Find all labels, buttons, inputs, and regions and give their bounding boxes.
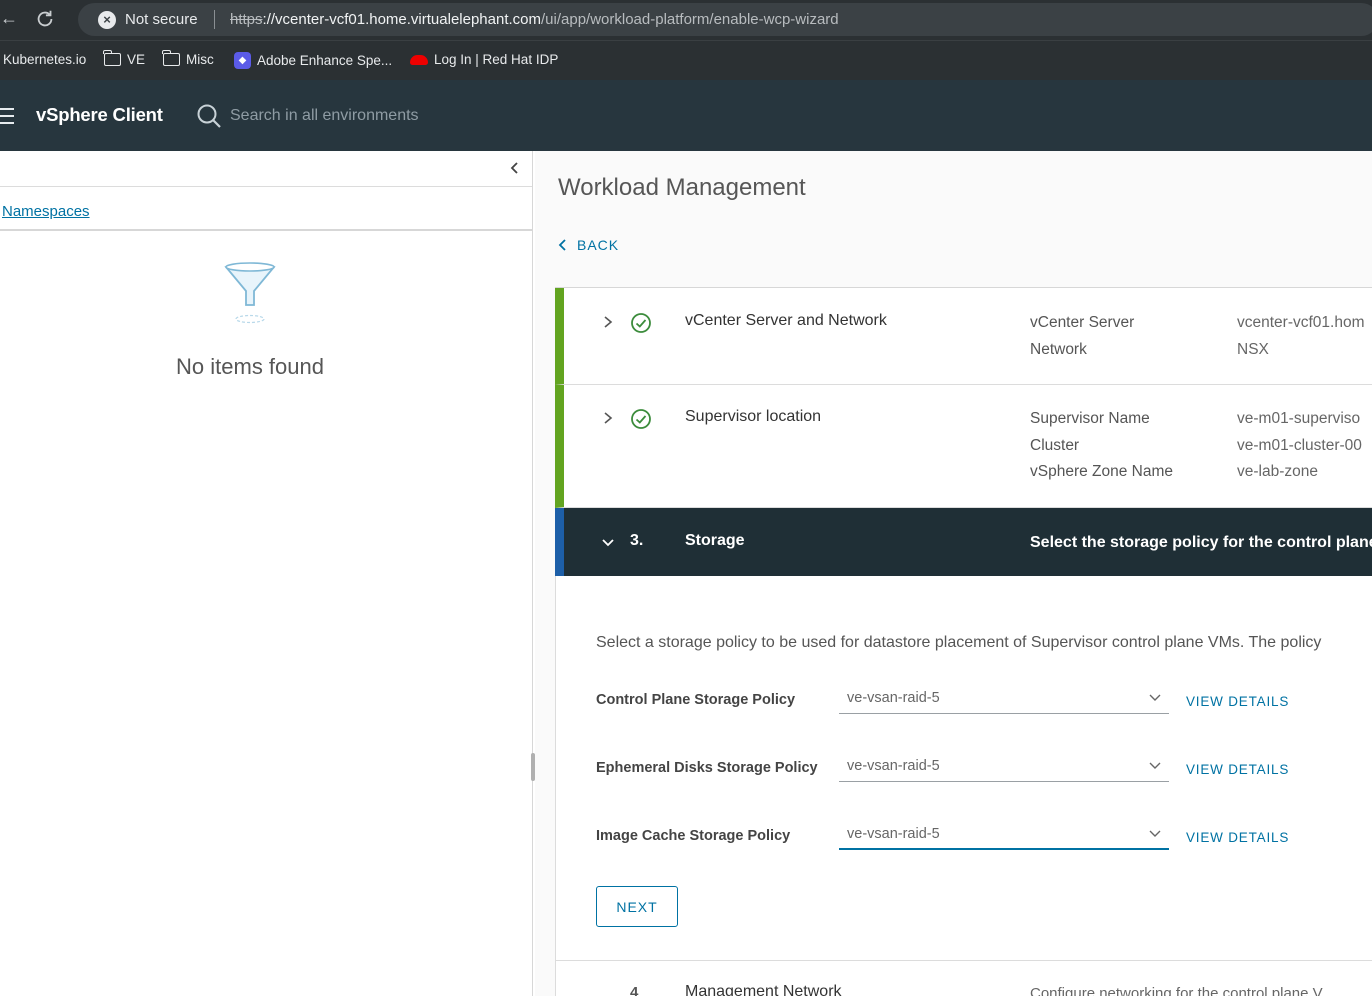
menu-icon[interactable] — [0, 108, 14, 124]
address-separator — [214, 10, 215, 29]
panel-toolbar — [0, 151, 532, 187]
step-description: Select the storage policy for the contro… — [1030, 534, 1372, 551]
not-secure-icon[interactable]: × — [98, 11, 116, 29]
detail-value: ve-lab-zone — [1237, 463, 1318, 480]
back-label: BACK — [577, 237, 620, 253]
empty-state-message: No items found — [176, 354, 324, 379]
selected-value: ve-vsan-raid-5 — [847, 690, 940, 706]
enable-supervisor-wizard: vCenter Server and Network vCenter Serve… — [555, 287, 1372, 996]
folder-icon — [162, 50, 180, 66]
bookmark-label: Misc — [186, 52, 214, 67]
bookmark-folder-ve[interactable]: VE — [103, 50, 146, 67]
chevron-left-icon — [558, 239, 566, 251]
view-details-link[interactable]: VIEW DETAILS — [1186, 762, 1289, 777]
wizard-step-management-network[interactable]: 4 Management Network Configure networkin… — [555, 961, 1372, 996]
step-number: 4 — [630, 984, 639, 996]
search-icon[interactable] — [196, 103, 222, 129]
detail-value: NSX — [1237, 341, 1269, 358]
step-description: Configure networking for the control pla… — [1030, 985, 1323, 996]
chevron-down-icon — [1149, 762, 1161, 769]
namespaces-link[interactable]: Namespaces — [2, 203, 90, 220]
app-title[interactable]: vSphere Client — [36, 104, 163, 126]
view-details-link[interactable]: VIEW DETAILS — [1186, 694, 1289, 709]
url-text[interactable]: https://vcenter-vcf01.home.virtualelepha… — [230, 11, 839, 28]
folder-icon — [103, 50, 121, 66]
detail-key: Network — [1030, 341, 1087, 358]
bookmark-label: VE — [127, 52, 146, 67]
wizard-step-storage-header[interactable]: 3. Storage Select the storage policy for… — [555, 508, 1372, 576]
bookmark-label: Adobe Enhance Spe... — [257, 53, 393, 68]
detail-key: vCenter Server — [1030, 314, 1135, 331]
reload-icon[interactable] — [34, 8, 56, 30]
inventory-panel: Namespaces No items found — [0, 151, 535, 996]
ephemeral-disks-policy-select[interactable]: ve-vsan-raid-5 — [839, 754, 1169, 782]
url-path: /ui/app/workload-platform/enable-wcp-wiz… — [541, 11, 839, 28]
selected-value: ve-vsan-raid-5 — [847, 826, 940, 842]
main-content: Workload Management BACK vCenter Server … — [535, 151, 1372, 996]
redhat-icon — [410, 54, 428, 65]
page-title: Workload Management — [558, 174, 806, 201]
selected-value: ve-vsan-raid-5 — [847, 758, 940, 774]
detail-key: Cluster — [1030, 437, 1080, 454]
bookmark-redhat[interactable]: Log In | Red Hat IDP — [410, 52, 558, 67]
detail-value: vcenter-vcf01.hom — [1237, 314, 1365, 331]
step-number: 3. — [630, 532, 644, 549]
global-search-input[interactable] — [230, 104, 630, 128]
chevron-down-icon — [1149, 830, 1161, 837]
image-cache-policy-select[interactable]: ve-vsan-raid-5 — [839, 822, 1169, 850]
chevron-right-icon[interactable] — [602, 315, 614, 329]
bookmark-label: Log In | Red Hat IDP — [434, 52, 559, 67]
bookmarks-bar: Kubernetes.io VE Misc ◆ Adobe Enhance Sp… — [0, 40, 1372, 80]
bookmark-label: Kubernetes.io — [3, 52, 87, 67]
app-header: vSphere Client — [0, 80, 1372, 151]
detail-value: ve-m01-superviso — [1237, 410, 1361, 427]
step-title: vCenter Server and Network — [685, 312, 887, 329]
control-plane-policy-select[interactable]: ve-vsan-raid-5 — [839, 686, 1169, 714]
ephemeral-disks-policy-label: Ephemeral Disks Storage Policy — [596, 760, 818, 776]
image-cache-policy-label: Image Cache Storage Policy — [596, 828, 791, 844]
step-title: Management Network — [685, 983, 842, 996]
next-button[interactable]: NEXT — [596, 886, 678, 927]
adobe-icon: ◆ — [234, 52, 251, 69]
bookmark-kubernetes[interactable]: Kubernetes.io — [3, 52, 86, 67]
detail-key: Supervisor Name — [1030, 410, 1150, 427]
detail-value: ve-m01-cluster-00 — [1237, 437, 1362, 454]
url-scheme: https — [230, 11, 263, 28]
namespaces-tab-row: Namespaces — [0, 187, 532, 231]
check-circle-icon — [631, 313, 651, 333]
url-host: ://vcenter-vcf01.home.virtualelephant.co… — [262, 11, 541, 28]
view-details-link[interactable]: VIEW DETAILS — [1186, 830, 1289, 845]
empty-filter-icon — [224, 262, 276, 324]
wizard-step-supervisor-location[interactable]: Supervisor location Supervisor Name ve-m… — [555, 385, 1372, 508]
wizard-step-vcenter-network[interactable]: vCenter Server and Network vCenter Serve… — [555, 288, 1372, 385]
storage-intro-text: Select a storage policy to be used for d… — [596, 634, 1322, 651]
browser-back-icon[interactable]: ← — [0, 8, 18, 29]
address-bar[interactable]: × Not secure https://vcenter-vcf01.home.… — [78, 3, 1372, 36]
step-title: Storage — [685, 532, 745, 549]
detail-key: vSphere Zone Name — [1030, 463, 1174, 480]
back-button[interactable]: BACK — [558, 237, 619, 253]
collapse-panel-icon[interactable] — [508, 161, 522, 175]
chevron-right-icon[interactable] — [602, 411, 614, 425]
check-circle-icon — [631, 409, 651, 429]
chevron-down-icon[interactable] — [602, 536, 614, 550]
bookmark-folder-misc[interactable]: Misc — [162, 50, 214, 67]
control-plane-policy-label: Control Plane Storage Policy — [596, 692, 796, 708]
security-status[interactable]: Not secure — [125, 11, 198, 28]
storage-step-body: Select a storage policy to be used for d… — [555, 576, 1372, 961]
chevron-down-icon — [1149, 694, 1161, 701]
bookmark-adobe[interactable]: ◆ Adobe Enhance Spe... — [234, 52, 392, 69]
step-title: Supervisor location — [685, 408, 822, 425]
browser-toolbar: ← × Not secure https://vcenter-vcf01.hom… — [0, 0, 1372, 40]
